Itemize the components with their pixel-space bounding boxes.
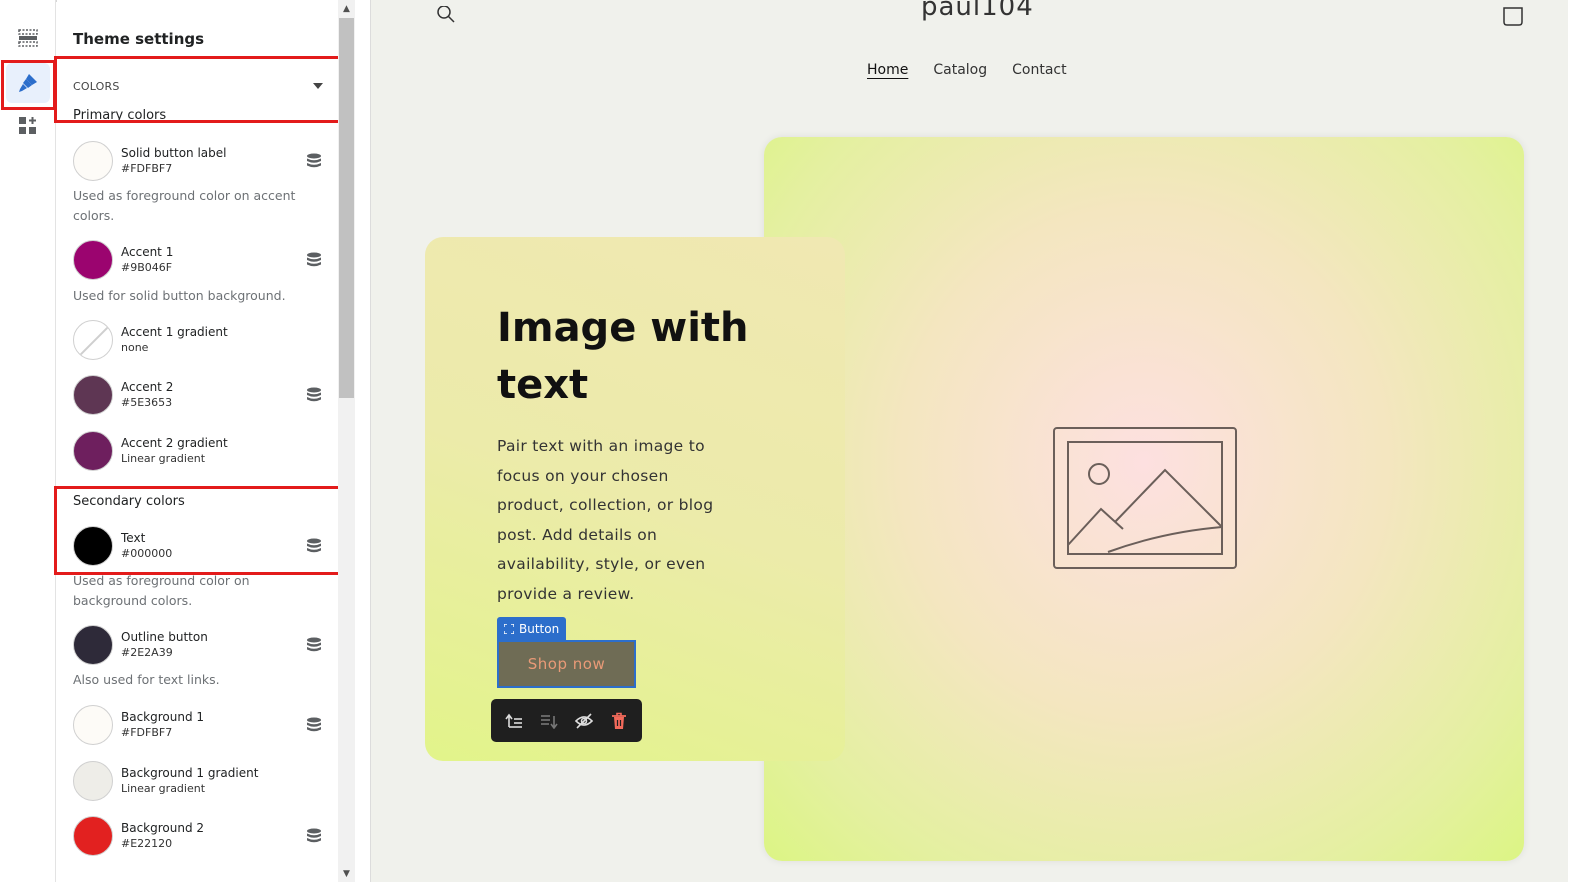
color-setting-background-1-gradient[interactable]: Background 1 gradient Linear gradient — [73, 760, 323, 802]
scroll-up-arrow[interactable]: ▲ — [338, 0, 355, 17]
image-placeholder-icon — [1053, 427, 1237, 569]
color-name: Accent 1 gradient — [121, 325, 228, 339]
color-setting-accent-1[interactable]: Accent 1 #9B046F — [73, 239, 323, 281]
main-nav: Home Catalog Contact — [867, 62, 1067, 78]
editor-rail — [0, 0, 56, 882]
color-value: #9B046F — [121, 261, 173, 274]
nav-home[interactable]: Home — [867, 62, 908, 78]
move-up-icon — [505, 713, 523, 728]
eye-off-icon — [574, 712, 594, 729]
color-setting-outline-button[interactable]: Outline button #2E2A39 — [73, 624, 323, 666]
storefront-preview: paul104 Home Catalog Contact Image with … — [370, 0, 1568, 882]
color-name: Solid button label — [121, 146, 227, 160]
nav-contact[interactable]: Contact — [1012, 62, 1066, 78]
color-swatch[interactable] — [73, 375, 113, 415]
trash-icon — [611, 712, 626, 729]
store-name[interactable]: paul104 — [921, 0, 1034, 22]
shop-now-button[interactable]: Shop now — [497, 640, 636, 688]
color-swatch-none[interactable] — [73, 320, 113, 360]
move-down-button[interactable] — [535, 707, 563, 735]
apps-button[interactable] — [6, 106, 50, 146]
sections-button[interactable] — [6, 18, 50, 58]
nav-catalog[interactable]: Catalog — [933, 62, 987, 78]
color-swatch[interactable] — [73, 705, 113, 745]
scroll-thumb[interactable] — [339, 18, 354, 398]
color-help-text: Used as foreground color on accent color… — [73, 188, 296, 223]
color-swatch[interactable] — [73, 141, 113, 181]
hero-title[interactable]: Image with text — [497, 300, 757, 414]
move-down-icon — [541, 714, 558, 729]
delete-button[interactable] — [605, 707, 633, 735]
block-toolbar — [491, 699, 642, 742]
sections-icon — [18, 29, 38, 47]
theme-settings-panel: Theme settings COLORS Primary colors Sol… — [57, 0, 338, 882]
color-swatch[interactable] — [73, 240, 113, 280]
database-icon[interactable] — [305, 152, 323, 170]
apps-icon — [19, 117, 36, 134]
selected-block-label: Button — [519, 621, 560, 636]
color-setting-background-2[interactable]: Background 2 #E22120 — [73, 815, 323, 857]
color-setting-accent-1-gradient[interactable]: Accent 1 gradient none — [73, 319, 323, 361]
hero-body-text[interactable]: Pair text with an image to focus on your… — [497, 432, 737, 609]
scroll-down-arrow[interactable]: ▼ — [338, 865, 355, 882]
color-swatch[interactable] — [73, 816, 113, 856]
color-setting-solid-button-label[interactable]: Solid button label #FDFBF7 — [73, 140, 323, 182]
color-help-text: Used for solid button background. — [73, 288, 286, 303]
color-swatch[interactable] — [73, 625, 113, 665]
color-swatch[interactable] — [73, 761, 113, 801]
color-setting-accent-2-gradient[interactable]: Accent 2 gradient Linear gradient — [73, 430, 323, 472]
preview-frame: paul104 Home Catalog Contact Image with … — [355, 0, 1580, 882]
color-name: Background 1 gradient — [121, 766, 259, 780]
database-icon[interactable] — [305, 827, 323, 845]
color-name: Outline button — [121, 630, 208, 644]
color-name: Background 1 — [121, 710, 205, 724]
color-value: #2E2A39 — [121, 646, 173, 659]
annotation-highlight-rail — [1, 60, 56, 110]
color-name: Background 2 — [121, 821, 205, 835]
color-help-text: Used as foreground color on background c… — [73, 573, 250, 608]
selected-block-tag: Button — [497, 617, 566, 640]
color-name: Accent 1 — [121, 245, 174, 259]
color-help-text: Also used for text links. — [73, 672, 220, 687]
color-value: Linear gradient — [121, 782, 206, 795]
select-frame-icon — [504, 623, 514, 634]
color-value: #E22120 — [121, 837, 173, 850]
annotation-highlight-secondary — [54, 486, 348, 575]
move-up-button[interactable] — [500, 707, 528, 735]
color-name: Accent 2 — [121, 380, 174, 394]
color-value: #5E3653 — [121, 396, 173, 409]
panel-scrollbar[interactable]: ▲ ▼ — [338, 0, 355, 882]
annotation-highlight-colors — [54, 56, 341, 123]
database-icon[interactable] — [305, 251, 323, 269]
search-icon[interactable] — [435, 6, 457, 28]
color-value: none — [121, 341, 149, 354]
database-icon[interactable] — [305, 636, 323, 654]
database-icon[interactable] — [305, 716, 323, 734]
color-value: #FDFBF7 — [121, 726, 173, 739]
color-setting-accent-2[interactable]: Accent 2 #5E3653 — [73, 374, 323, 416]
color-value: Linear gradient — [121, 452, 206, 465]
color-swatch[interactable] — [73, 431, 113, 471]
cart-icon[interactable] — [1501, 6, 1525, 28]
hide-button[interactable] — [570, 707, 598, 735]
color-name: Accent 2 gradient — [121, 436, 228, 450]
panel-title: Theme settings — [73, 30, 205, 48]
color-setting-background-1[interactable]: Background 1 #FDFBF7 — [73, 704, 323, 746]
database-icon[interactable] — [305, 386, 323, 404]
color-value: #FDFBF7 — [121, 162, 173, 175]
